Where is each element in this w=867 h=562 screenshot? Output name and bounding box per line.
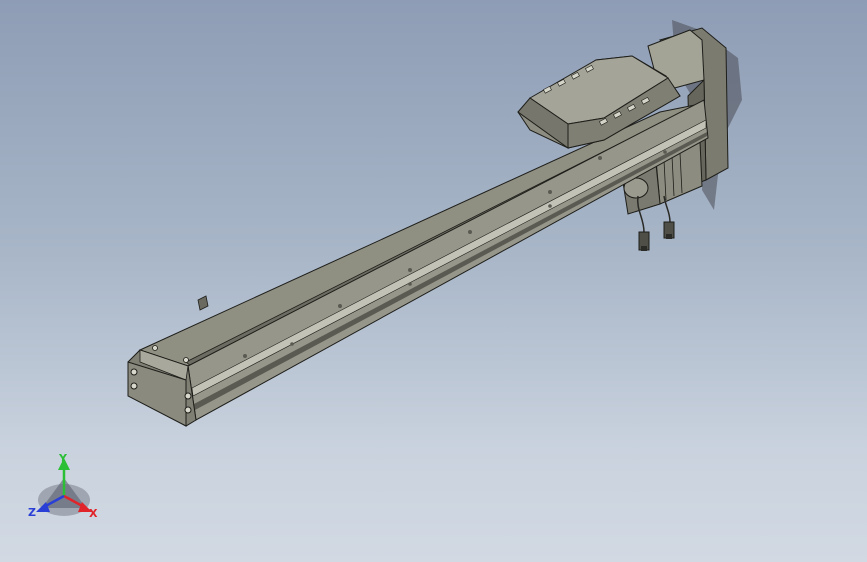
z-axis-label: Z bbox=[28, 506, 36, 519]
y-axis-label: Y bbox=[58, 452, 68, 465]
rail-body[interactable] bbox=[127, 99, 709, 427]
model-view[interactable]: Y X Z bbox=[0, 0, 867, 562]
x-axis-label: X bbox=[89, 507, 98, 520]
graphics-viewport[interactable]: Y X Z bbox=[0, 0, 867, 562]
coordinate-triad: Y X Z bbox=[28, 452, 98, 520]
